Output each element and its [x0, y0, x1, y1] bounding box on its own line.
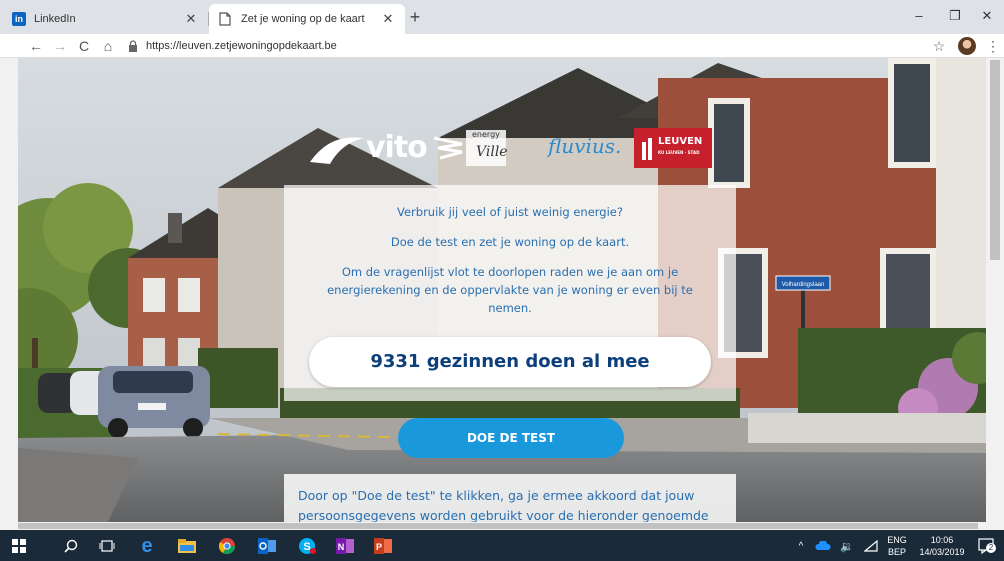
horizontal-scrollbar[interactable] [0, 522, 1004, 530]
menu-icon[interactable]: ⋮ [986, 36, 1000, 56]
close-window-button[interactable]: ✕ [972, 6, 1002, 26]
intro-question: Verbruik jij veel of juist weinig energi… [397, 205, 623, 219]
intro-instruction: Doe de test en zet je woning op de kaart… [390, 235, 630, 249]
home-button[interactable]: ⌂ [98, 36, 118, 56]
vito-bird-icon [310, 137, 364, 164]
lock-icon [129, 40, 137, 52]
energyville-leaf-icon [433, 136, 463, 160]
web-page: Volhardingslaan vito energy Ville fluviu… [18, 58, 986, 522]
powerpoint-icon[interactable]: P [372, 535, 394, 557]
svg-text:S: S [303, 541, 310, 553]
notification-count-badge: 2 [986, 543, 996, 553]
close-tab-icon[interactable]: ✕ [184, 11, 198, 27]
consent-card: Door op "Doe de test" te klikken, ga je … [284, 474, 736, 522]
clock-date[interactable]: 14/03/2019 [914, 547, 970, 557]
leuven-tower-icon [642, 138, 652, 160]
consent-text-line-1: Door op "Doe de test" te klikken, ga je … [298, 488, 695, 503]
tab-zet-je-woning[interactable]: Zet je woning op de kaart ✕ [209, 4, 405, 34]
close-tab-icon[interactable]: ✕ [381, 11, 395, 27]
edge-icon[interactable]: e [136, 535, 158, 557]
search-icon[interactable] [60, 535, 82, 557]
doe-de-test-button[interactable]: DOE DE TEST [398, 418, 624, 458]
keyboard-layout[interactable]: BEP [884, 547, 910, 557]
street-sign-text: Volhardingslaan [782, 282, 825, 288]
skype-icon[interactable]: S [296, 535, 318, 557]
new-tab-button[interactable]: + [404, 6, 426, 28]
tab-strip: in LinkedIn ✕ Zet je woning op de kaart … [0, 0, 1004, 34]
task-view-icon[interactable] [96, 535, 118, 557]
windows-taskbar: e S N P ^ 🔉 ENG BEP 10:06 14/03/2019 2 [0, 530, 1004, 561]
scrollbar-thumb[interactable] [990, 60, 1000, 260]
chrome-icon[interactable] [216, 535, 238, 557]
intro-advice-line-2: energierekening en de oppervlakte van je… [327, 283, 693, 297]
leuven-logo-subtitle: KU LEUVEN · STAD [658, 150, 700, 155]
outlook-icon[interactable] [256, 535, 278, 557]
energyville-logo: Ville [476, 144, 508, 160]
screen: in LinkedIn ✕ Zet je woning op de kaart … [0, 0, 1004, 561]
partner-logos: vito energy Ville fluvius. LEUVEN KU LEU… [308, 128, 718, 172]
document-icon [219, 12, 233, 26]
bookmark-star-icon[interactable]: ☆ [930, 36, 948, 56]
vito-logo: vito [366, 130, 428, 165]
onedrive-cloud-icon[interactable] [812, 535, 834, 557]
url-text: https://leuven.zetjewoningopdekaart.be [146, 40, 337, 52]
horizontal-scrollbar-thumb[interactable] [18, 523, 978, 529]
tab-linkedin[interactable]: in LinkedIn ✕ [2, 4, 208, 34]
network-icon[interactable] [860, 535, 882, 557]
tab-title: Zet je woning op de kaart [241, 13, 365, 25]
fluvius-logo: fluvius. [548, 134, 622, 158]
windows-start-icon[interactable] [8, 535, 30, 557]
tab-title: LinkedIn [34, 13, 76, 25]
clock-time[interactable]: 10:06 [914, 535, 970, 545]
reload-button[interactable]: C [74, 36, 94, 56]
profile-avatar[interactable] [958, 37, 976, 55]
address-bar[interactable]: https://leuven.zetjewoningopdekaart.be [128, 35, 918, 57]
vertical-scrollbar[interactable] [986, 58, 1004, 522]
forward-button[interactable]: → [50, 36, 70, 56]
minimize-button[interactable]: – [904, 6, 934, 26]
svg-text:N: N [338, 542, 345, 552]
back-button[interactable]: ← [26, 36, 46, 56]
browser-toolbar: ← → C ⌂ https://leuven.zetjewoningopdeka… [0, 34, 1004, 58]
intro-advice-line-3: nemen. [488, 301, 532, 315]
restore-button[interactable]: ❐ [940, 6, 970, 26]
participant-counter: 9331 gezinnen doen al mee [309, 337, 711, 387]
keyboard-language[interactable]: ENG [884, 535, 910, 545]
leuven-logo: LEUVEN [658, 136, 703, 147]
intro-advice-line-1: Om de vragenlijst vlot te doorlopen rade… [341, 265, 679, 279]
onenote-icon[interactable]: N [334, 535, 356, 557]
volume-icon[interactable]: 🔉 [836, 535, 858, 557]
consent-text-line-2: persoonsgegevens worden gebruikt voor de… [298, 508, 709, 522]
chevron-up-icon[interactable]: ^ [790, 535, 812, 557]
energyville-logo-top: energy [472, 130, 500, 139]
notification-center-icon[interactable]: 2 [976, 535, 998, 557]
svg-text:P: P [376, 542, 382, 552]
linkedin-icon: in [12, 12, 26, 26]
page-left-gutter [0, 58, 18, 522]
file-explorer-icon[interactable] [176, 535, 198, 557]
